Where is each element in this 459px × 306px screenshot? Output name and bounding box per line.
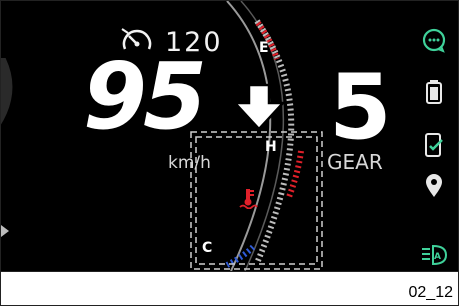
cluster-figure: ) 120 95 km/h 5 GEAR bbox=[0, 0, 459, 306]
figure-frame bbox=[0, 0, 459, 306]
